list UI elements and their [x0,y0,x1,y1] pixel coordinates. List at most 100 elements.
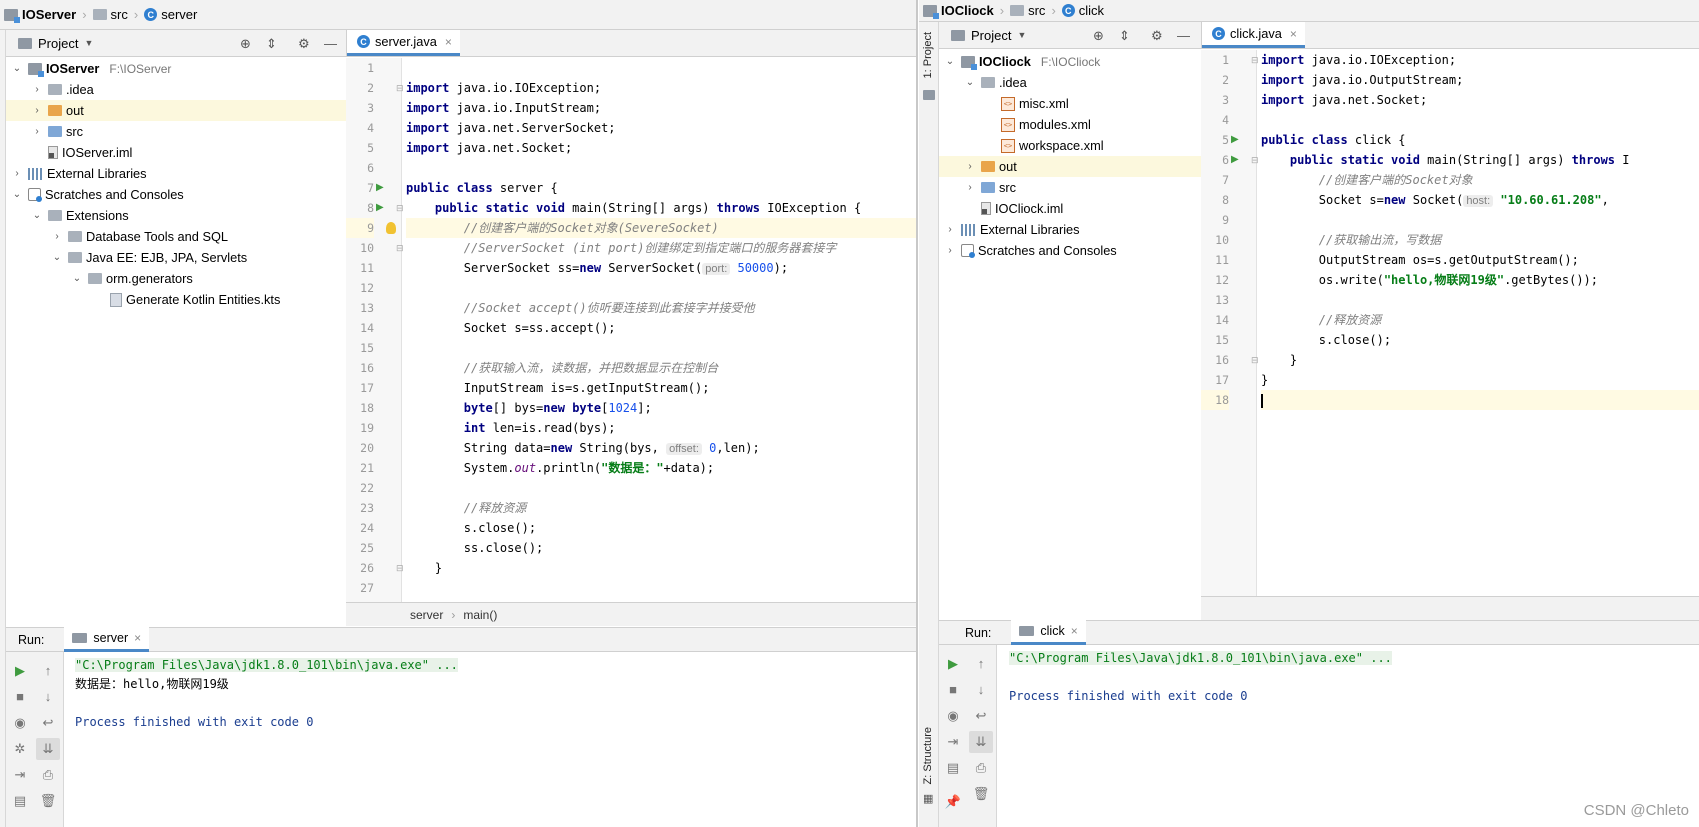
trash-icon[interactable]: 🗑 [969,783,993,805]
side-tab-project[interactable]: 1: Project [922,32,934,78]
layout-icon[interactable]: ▤ [941,757,965,779]
chevron-down-icon[interactable]: ⌄ [963,77,977,88]
chevron-right-icon[interactable]: › [963,182,977,193]
gear-icon[interactable]: ⚙ [1151,28,1163,44]
editor-breadcrumb-method[interactable]: main() [463,608,497,622]
layout-icon[interactable]: ▤ [8,790,32,812]
print-icon[interactable]: ⎙ [36,764,60,786]
pin-icon[interactable]: 📌 [941,791,965,813]
arrow-down-icon[interactable]: ↓ [969,679,993,701]
tree-node-idea[interactable]: ⌄ .idea [939,72,1201,93]
tree-node-database-tools[interactable]: › Database Tools and SQL [6,226,346,247]
chevron-right-icon[interactable]: › [10,168,24,179]
tree-node-scratches[interactable]: ⌄ Scratches and Consoles [6,184,346,205]
run-tab-click[interactable]: click × [1011,620,1086,645]
camera-icon[interactable]: ◉ [941,705,965,727]
stop-icon[interactable]: ■ [941,679,965,701]
print-icon[interactable]: ⎙ [969,757,993,779]
tree-node-scratches[interactable]: › Scratches and Consoles [939,240,1201,261]
tree-node-iml[interactable]: IOServer.iml [6,142,346,163]
tree-node-out[interactable]: › out [939,156,1201,177]
chevron-down-icon[interactable]: ⌄ [10,63,24,74]
left-console[interactable]: "C:\Program Files\Java\jdk1.8.0_101\bin\… [75,656,916,732]
tab-server-java[interactable]: Cserver.java × [347,30,460,56]
minimize-icon[interactable]: — [324,36,337,51]
run-class-icon[interactable]: ▶ [1231,134,1239,145]
rerun-icon[interactable]: ▶ [8,660,32,682]
tree-node-modules-xml[interactable]: <> modules.xml [939,114,1201,135]
chevron-down-icon[interactable]: ⌄ [30,210,44,221]
chevron-right-icon[interactable]: › [963,161,977,172]
breadcrumb-project[interactable]: IOServer [4,7,76,23]
chevron-right-icon[interactable]: › [50,231,64,242]
arrow-down-icon[interactable]: ↓ [36,686,60,708]
fold-icon[interactable]: ⊟ [396,83,404,94]
debug-icon[interactable]: ✲ [8,738,32,760]
chevron-right-icon[interactable]: › [943,245,957,256]
left-code-area[interactable]: import java.io.IOException; import java.… [406,58,916,602]
close-icon[interactable]: × [134,631,141,645]
chevron-right-icon[interactable]: › [943,224,957,235]
close-icon[interactable]: × [445,35,452,49]
run-method-icon[interactable]: ▶ [1231,154,1239,165]
soft-wrap-icon[interactable]: ↩ [969,705,993,727]
tree-node-src[interactable]: › src [6,121,346,142]
breadcrumb-folder[interactable]: src [92,7,128,22]
scroll-to-end-icon[interactable]: ⇊ [969,731,993,753]
tree-node-src[interactable]: › src [939,177,1201,198]
tree-node-project-root[interactable]: ⌄ IOCliock F:\IOCliock [939,51,1201,72]
fold-icon[interactable]: ⊟ [396,203,404,214]
tree-node-misc-xml[interactable]: <> misc.xml [939,93,1201,114]
chevron-down-icon[interactable]: ⌄ [70,273,84,284]
minimize-icon[interactable]: — [1177,28,1190,43]
breadcrumb-folder[interactable]: src [1010,3,1045,18]
login-icon[interactable]: ⇥ [941,731,965,753]
login-icon[interactable]: ⇥ [8,764,32,786]
chevron-right-icon[interactable]: › [30,84,44,95]
locate-icon[interactable]: ⊕ [240,36,251,52]
arrow-up-icon[interactable]: ↑ [36,660,60,682]
fold-icon[interactable]: ⊟ [1251,155,1259,166]
tree-node-orm-generators[interactable]: ⌄ orm.generators [6,268,346,289]
chevron-down-icon[interactable]: ⌄ [10,189,24,200]
fold-icon[interactable]: ⊟ [396,243,404,254]
camera-icon[interactable]: ◉ [8,712,32,734]
right-console[interactable]: "C:\Program Files\Java\jdk1.8.0_101\bin\… [1009,649,1699,706]
breadcrumb-file[interactable]: Cserver [144,7,197,22]
breadcrumb-file[interactable]: Cclick [1061,3,1104,18]
locate-icon[interactable]: ⊕ [1093,28,1104,44]
scroll-to-end-icon[interactable]: ⇊ [36,738,60,760]
close-icon[interactable]: × [1071,624,1078,638]
trash-icon[interactable]: 🗑 [36,790,60,812]
fold-icon[interactable]: ⊟ [396,563,404,574]
tree-node-external-libraries[interactable]: › External Libraries [6,163,346,184]
right-code-area[interactable]: import java.io.IOException; import java.… [1261,50,1699,596]
chevron-right-icon[interactable]: › [30,105,44,116]
tree-node-kotlin-entities[interactable]: Generate Kotlin Entities.kts [6,289,346,310]
chevron-down-icon[interactable]: ⌄ [50,252,64,263]
project-view-dropdown[interactable]: Project ▼ [18,36,93,51]
chevron-down-icon[interactable]: ⌄ [943,56,957,67]
fold-icon[interactable]: ⊟ [1251,55,1259,66]
close-icon[interactable]: × [1290,27,1297,41]
breadcrumb-project[interactable]: IOCliock [923,3,994,19]
stop-icon[interactable]: ■ [8,686,32,708]
rerun-icon[interactable]: ▶ [941,653,965,675]
project-view-dropdown[interactable]: Project ▼ [951,28,1026,43]
tree-node-java-ee[interactable]: ⌄ Java EE: EJB, JPA, Servlets [6,247,346,268]
tree-node-iml[interactable]: IOCliock.iml [939,198,1201,219]
soft-wrap-icon[interactable]: ↩ [36,712,60,734]
bulb-icon[interactable] [386,222,396,237]
tab-click-java[interactable]: Cclick.java × [1202,22,1305,48]
tree-node-idea[interactable]: › .idea [6,79,346,100]
gear-icon[interactable]: ⚙ [298,36,310,52]
editor-breadcrumb-class[interactable]: server [410,608,443,622]
tree-node-external-libraries[interactable]: › External Libraries [939,219,1201,240]
side-tab-structure[interactable]: Z: Structure [922,727,934,784]
arrow-up-icon[interactable]: ↑ [969,653,993,675]
tree-node-project-root[interactable]: ⌄ IOServer F:\IOServer [6,58,346,79]
tree-node-out[interactable]: › out [6,100,346,121]
chevron-right-icon[interactable]: › [30,126,44,137]
fold-icon[interactable]: ⊟ [1251,355,1259,366]
run-tab-server[interactable]: server × [64,627,150,652]
